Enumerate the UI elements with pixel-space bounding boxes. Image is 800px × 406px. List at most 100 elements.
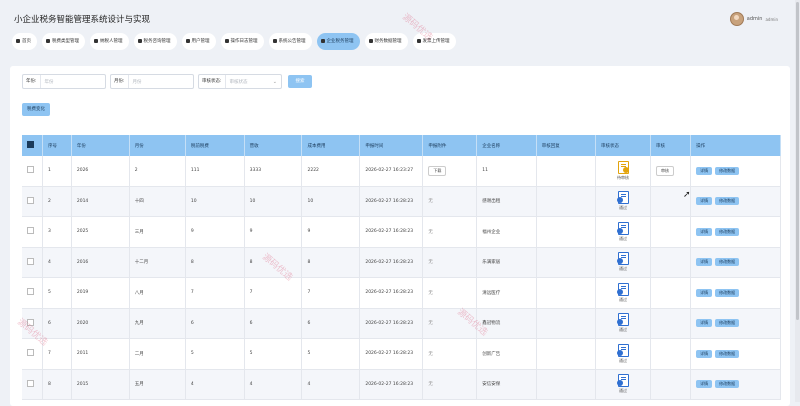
cell-ops: 详情 修改数据 [690,186,781,217]
cell-revenue: 6 [244,308,303,339]
detail-button[interactable]: 详情 [696,319,713,328]
detail-button[interactable]: 详情 [696,258,713,267]
scrollbar-thumb[interactable] [796,2,799,320]
detail-button[interactable]: 详情 [696,349,713,358]
cell-revenue: 9 [244,216,303,248]
cell-status: 通过 [595,186,651,217]
edit-data-button[interactable]: 修改数据 [715,288,740,297]
edit-data-button[interactable]: 修改数据 [715,319,740,328]
row-checkbox[interactable] [27,257,34,265]
edit-data-button[interactable]: 修改数据 [715,349,740,358]
attach-empty: 无 [428,199,433,205]
cell-status: 通过 [595,216,651,248]
row-checkbox[interactable] [27,379,34,387]
cell-ops: 详情 修改数据 [690,308,781,339]
cell-revenue: 10 [244,186,303,217]
edit-data-button[interactable]: 修改数据 [715,197,740,206]
row-select-cell[interactable] [22,277,44,309]
table-row[interactable]: 3 2025 三月 9 9 9 2026-02-27 16:28:23 无福州企业 通过 详情 修改… [22,216,781,248]
status-badge: 通过 [601,191,645,211]
table-row[interactable]: 6 2020 九月 6 6 6 2026-02-27 16:28:23 无鑫冠物流 通过 详情 修改… [22,308,781,339]
cell-time: 2026-02-27 16:28:23 [359,247,424,278]
row-checkbox[interactable] [27,227,34,235]
avatar[interactable] [729,12,744,26]
tab-2[interactable]: 纳税人管理 [90,33,129,50]
tab-1[interactable]: 税费类型管理 [42,33,85,50]
status-select[interactable]: 审核状态 [226,79,252,85]
cell-idx: 8 [42,369,72,400]
cell-reply [536,186,597,217]
cell-year: 2011 [71,338,130,370]
row-select-cell[interactable] [22,156,44,187]
cell-month: 九月 [129,308,186,339]
table-row[interactable]: 4 2016 十二月 8 8 8 2026-02-27 16:28:23 无乐满家居 通过 详情修… [22,247,781,278]
approved-doc-icon [616,221,629,235]
row-select-cell[interactable] [22,186,44,217]
year-input[interactable]: 年份 [41,79,58,85]
year-filter[interactable]: 年份: 年份 [22,74,106,89]
row-select-cell[interactable] [22,216,44,248]
cell-month: 三月 [129,216,186,248]
tab-3[interactable]: 税务咨询管理 [133,33,177,50]
table-body: 1 2026 2 111 3333 2222 2026-02-27 16:23:27 下载 11… [22,156,781,400]
cell-year: 2014 [71,186,130,217]
table-row[interactable]: 8 2015 五月 4 4 4 2026-02-27 16:28:23 无安信安保 通过 详情 修改… [22,369,781,400]
edit-data-button[interactable]: 修改数据 [715,166,740,175]
edit-data-button[interactable]: 修改数据 [715,227,740,236]
download-button[interactable]: 下载 [428,165,447,176]
month-filter[interactable]: 月份: 月份 [110,74,194,89]
cell-company: 安信安保 [476,369,537,400]
select-all-cell[interactable] [22,135,44,156]
column-header: 审核 [650,135,692,156]
tab-0[interactable]: 首页 [12,33,37,50]
detail-button[interactable]: 详情 [696,227,713,236]
tab-8[interactable]: 财务数据管理 [364,33,408,50]
row-checkbox[interactable] [27,196,34,204]
column-header: 审核回复 [536,135,597,156]
cell-status: 通过 [595,308,651,339]
tab-6[interactable]: 系统公告管理 [268,33,312,50]
scrollbar[interactable] [795,0,800,402]
cell-revenue: 4 [244,369,303,400]
row-select-cell[interactable] [22,369,44,400]
tab-4[interactable]: 用户管理 [181,33,216,50]
detail-button[interactable]: 详情 [696,166,713,175]
cell-revenue: 7 [244,277,303,309]
row-checkbox[interactable] [27,288,34,296]
edit-data-button[interactable]: 修改数据 [715,258,740,267]
status-badge: 待审核 [601,160,645,181]
tab-label: 首页 [22,39,31,44]
cell-audit [650,369,692,400]
row-checkbox[interactable] [27,349,34,357]
row-select-cell[interactable] [22,247,44,278]
table-row[interactable]: 2 2014 十四 10 10 10 2026-02-27 16:28:23 无感谢出租 通过详… [22,186,781,217]
row-checkbox[interactable] [27,166,34,174]
cell-attach: 下载 [422,156,478,187]
approved-doc-icon [616,282,629,296]
tab-7[interactable]: 企业税务管理 [316,33,360,50]
cell-ops: 详情 修改数据 [690,156,781,187]
table-row[interactable]: 1 2026 2 111 3333 2222 2026-02-27 16:23:27 下载 11… [22,156,781,187]
column-header: 企业名称 [476,135,537,156]
cell-company: 11 [476,156,537,187]
table-row[interactable]: 5 2019 八月 7 7 7 2026-02-27 16:28:23 无清远医疗 通过 详情 修改… [22,277,781,309]
cell-tax: 7 [185,277,245,309]
detail-button[interactable]: 详情 [696,380,713,389]
tab-5[interactable]: 操作日志管理 [220,33,264,50]
filter-bar: 年份: 年份 月份: 月份 审核状态: 审核状态 ⌄ 搜索 [22,74,312,89]
month-input[interactable]: 月份 [129,79,146,85]
search-button[interactable]: 搜索 [288,75,312,88]
cell-year: 2019 [71,277,130,309]
tab-label: 企业税务管理 [326,39,354,44]
audit-button[interactable]: 审核 [655,165,674,176]
tax-change-button[interactable]: 税费变化 [22,103,50,116]
table-row[interactable]: 7 2011 二月 5 5 5 2026-02-27 16:28:23 无创新广告 通过 详情 修改… [22,338,781,370]
select-all-checkbox[interactable] [27,141,34,148]
edit-data-button[interactable]: 修改数据 [715,380,740,389]
cell-cost: 5 [301,338,361,370]
status-filter[interactable]: 审核状态: 审核状态 ⌄ [198,74,282,89]
cell-status: 待审核 [595,156,651,187]
detail-button[interactable]: 详情 [696,288,713,297]
user-menu[interactable]: admin admin [729,12,778,26]
detail-button[interactable]: 详情 [696,197,713,206]
